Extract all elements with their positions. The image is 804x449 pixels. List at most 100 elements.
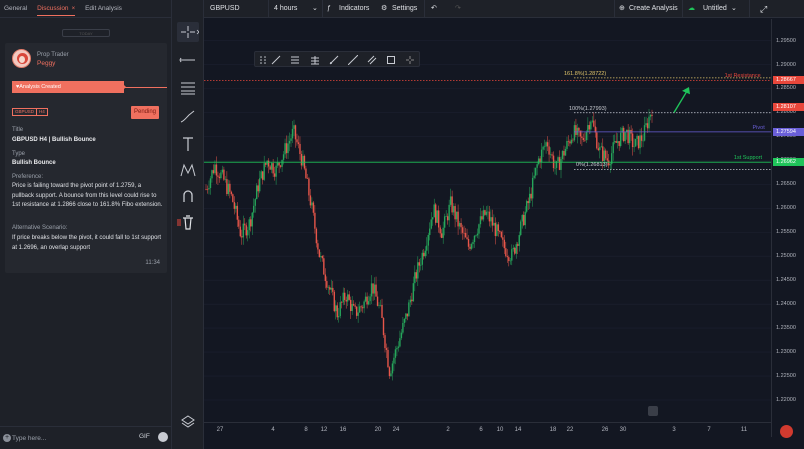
candle <box>400 332 403 339</box>
gif-button[interactable]: GIF <box>139 433 150 440</box>
candle <box>430 219 432 229</box>
create-analysis-button[interactable]: Create Analysis <box>629 0 678 18</box>
level-label: 161.8%(1.28722) <box>564 70 607 77</box>
author-role: Prop Trader <box>37 52 69 58</box>
notification-icon[interactable] <box>780 425 793 438</box>
pending-button[interactable]: Pending <box>131 106 159 119</box>
message-input[interactable] <box>12 431 132 445</box>
drawing-mini-toolbar <box>254 51 420 67</box>
x-tick-label: 30 <box>619 427 627 433</box>
candle <box>305 168 307 179</box>
author-name[interactable]: Peggy <box>37 60 55 67</box>
x-tick-label: 10 <box>496 427 504 433</box>
avatar[interactable] <box>12 49 31 68</box>
tab-edit-analysis[interactable]: Edit Analysis <box>85 5 122 12</box>
candle <box>490 217 492 222</box>
candle <box>472 242 474 245</box>
time-axis[interactable]: 27 4 8 12 16 20 24 2 6 10 14 18 22 26 30 3 7 11 <box>204 422 771 437</box>
plus-circle-icon[interactable]: ⊕ <box>619 0 625 18</box>
candle <box>581 136 583 139</box>
cloud-icon[interactable]: ☁ <box>688 0 695 18</box>
indicators-button[interactable]: Indicators <box>339 0 369 18</box>
price-axis[interactable]: 1.295001.290001.285001.280001.275001.270… <box>771 19 804 437</box>
candle <box>345 299 347 302</box>
parallel-channel-icon[interactable] <box>367 55 377 65</box>
candle <box>366 296 368 305</box>
candle <box>640 135 643 141</box>
candle <box>269 166 271 170</box>
candle <box>403 318 406 323</box>
rectangle-icon[interactable] <box>386 55 396 65</box>
redo-icon[interactable]: ↷ <box>455 0 461 18</box>
candle <box>311 202 313 206</box>
trash-icon[interactable] <box>177 212 199 232</box>
ray-icon[interactable] <box>329 55 339 65</box>
candle <box>351 304 353 312</box>
candle <box>385 348 388 350</box>
symbol-label[interactable]: GBPUSD <box>210 0 240 18</box>
candle <box>460 223 462 228</box>
gear-icon[interactable]: ⚙ <box>381 0 387 18</box>
fullscreen-icon[interactable]: ⤢ <box>760 0 767 18</box>
undo-icon[interactable]: ↶ <box>431 0 437 18</box>
layout-name[interactable]: Untitled <box>703 0 727 18</box>
close-icon[interactable]: × <box>72 6 76 12</box>
fib-extension-icon[interactable] <box>310 55 320 65</box>
candle <box>602 146 604 162</box>
layers-icon[interactable] <box>177 412 199 432</box>
trendline-icon[interactable] <box>271 55 281 65</box>
candle <box>585 131 588 141</box>
add-icon[interactable]: + <box>3 434 11 442</box>
candle <box>484 210 486 215</box>
candle <box>382 317 385 336</box>
lightbulb-icon[interactable] <box>648 406 658 416</box>
level-label: 1st Resistance <box>724 73 761 80</box>
magnet-icon[interactable] <box>177 186 199 206</box>
candle <box>639 135 641 149</box>
candle <box>482 210 485 220</box>
candle <box>406 313 409 317</box>
x-tick-label: 7 <box>707 427 711 433</box>
crosshair-icon[interactable] <box>177 22 200 42</box>
candle <box>342 292 344 303</box>
candle <box>485 211 488 215</box>
price-chart[interactable] <box>204 19 771 437</box>
crosshair-icon[interactable] <box>405 55 415 65</box>
extended-line-icon[interactable] <box>348 55 358 65</box>
candle <box>426 245 428 251</box>
candle <box>412 283 415 302</box>
chart-canvas[interactable] <box>204 19 771 423</box>
fib-levels-icon[interactable] <box>290 55 300 65</box>
candle <box>251 212 253 227</box>
candle <box>348 294 350 300</box>
tab-discussion[interactable]: Discussion × <box>37 5 76 16</box>
candle <box>506 256 509 258</box>
x-tick-label: 2 <box>446 427 450 433</box>
candle <box>308 178 310 196</box>
text-icon[interactable] <box>177 134 199 154</box>
candle <box>488 211 491 222</box>
settings-button[interactable]: Settings <box>392 0 417 18</box>
candle <box>439 227 441 234</box>
tab-general[interactable]: General <box>4 5 27 12</box>
pattern-icon[interactable] <box>177 160 199 180</box>
horizontal-line-icon[interactable] <box>177 50 199 70</box>
chevron-down-icon[interactable]: ⌄ <box>312 0 318 18</box>
title-value: GBPUSD H4 | Bullish Bounce <box>12 137 96 143</box>
tab-discussion-label: Discussion <box>37 5 69 12</box>
emoji-icon[interactable] <box>158 432 168 442</box>
brush-icon[interactable] <box>177 106 199 126</box>
candle <box>435 204 437 223</box>
interval-select[interactable]: 4 hours <box>274 0 297 18</box>
candle <box>373 284 376 294</box>
drag-handle-icon[interactable] <box>258 55 268 65</box>
fib-levels-icon[interactable] <box>177 78 199 98</box>
chevron-down-icon[interactable]: ⌄ <box>731 0 737 18</box>
candle <box>567 140 570 142</box>
candle <box>278 162 280 166</box>
indicators-icon[interactable]: ƒ <box>327 0 331 18</box>
candle <box>244 223 246 226</box>
candle <box>502 237 504 240</box>
candle <box>208 188 210 190</box>
candle <box>248 219 250 231</box>
